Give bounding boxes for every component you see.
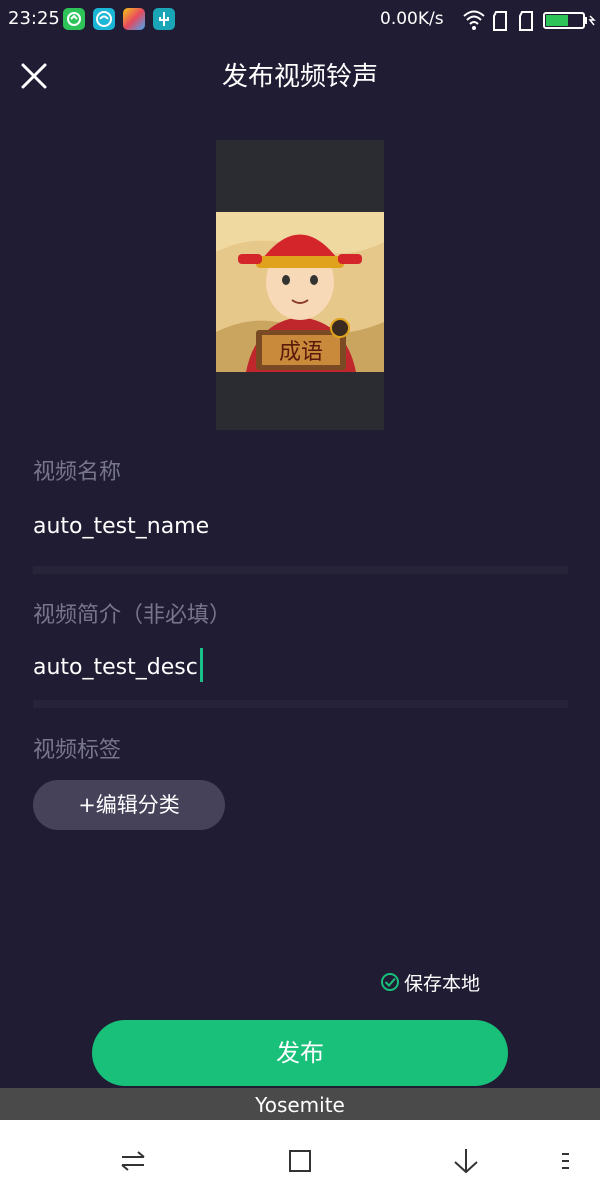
menu-icon (562, 1153, 569, 1169)
home-button[interactable] (283, 1144, 317, 1178)
name-divider (33, 566, 568, 574)
status-time: 23:25 (8, 8, 60, 29)
publish-button[interactable]: 发布 (92, 1020, 508, 1086)
down-arrow-icon (454, 1149, 478, 1174)
save-local-label: 保存本地 (404, 972, 481, 995)
sim1-icon (493, 11, 507, 31)
desc-divider (33, 700, 568, 708)
overlay-bar: Yosemite (0, 1088, 600, 1120)
square-icon (289, 1150, 311, 1172)
status-icons (463, 10, 596, 31)
down-button[interactable] (449, 1144, 483, 1178)
app-icon-colorful (123, 8, 145, 30)
thumbnail-image: 成语 (216, 212, 384, 372)
check-circle-icon (381, 973, 399, 991)
desc-label: 视频简介（非必填） (33, 603, 232, 628)
system-nav-bar (0, 1120, 600, 1200)
usb-icon (153, 8, 175, 30)
text-caret (199, 648, 203, 682)
desc-input[interactable]: auto_test_desc (33, 648, 203, 685)
video-thumbnail[interactable]: 成语 (216, 140, 384, 430)
sim2-icon (519, 11, 533, 31)
wifi-icon (463, 10, 485, 30)
app-icon-green (63, 8, 85, 30)
thumbnail-caption: 成语 (279, 340, 323, 365)
header: 发布视频铃声 (0, 40, 600, 112)
desc-input-value: auto_test_desc (33, 655, 198, 680)
edit-category-button[interactable]: +编辑分类 (33, 780, 225, 830)
swap-icon (121, 1151, 145, 1171)
battery-icon (543, 12, 596, 29)
swap-button[interactable] (116, 1144, 150, 1178)
tags-label: 视频标签 (33, 738, 122, 763)
save-local-toggle[interactable]: 保存本地 (380, 968, 480, 996)
name-input-value: auto_test_name (33, 514, 210, 539)
app-icon-cyan (93, 8, 115, 30)
menu-button[interactable] (556, 1144, 576, 1178)
name-input[interactable]: auto_test_name (33, 514, 209, 539)
status-bar: 23:25 0.00K/s (0, 0, 600, 40)
net-speed: 0.00K/s (380, 9, 444, 29)
name-label: 视频名称 (33, 460, 122, 485)
page-title: 发布视频铃声 (221, 62, 378, 92)
